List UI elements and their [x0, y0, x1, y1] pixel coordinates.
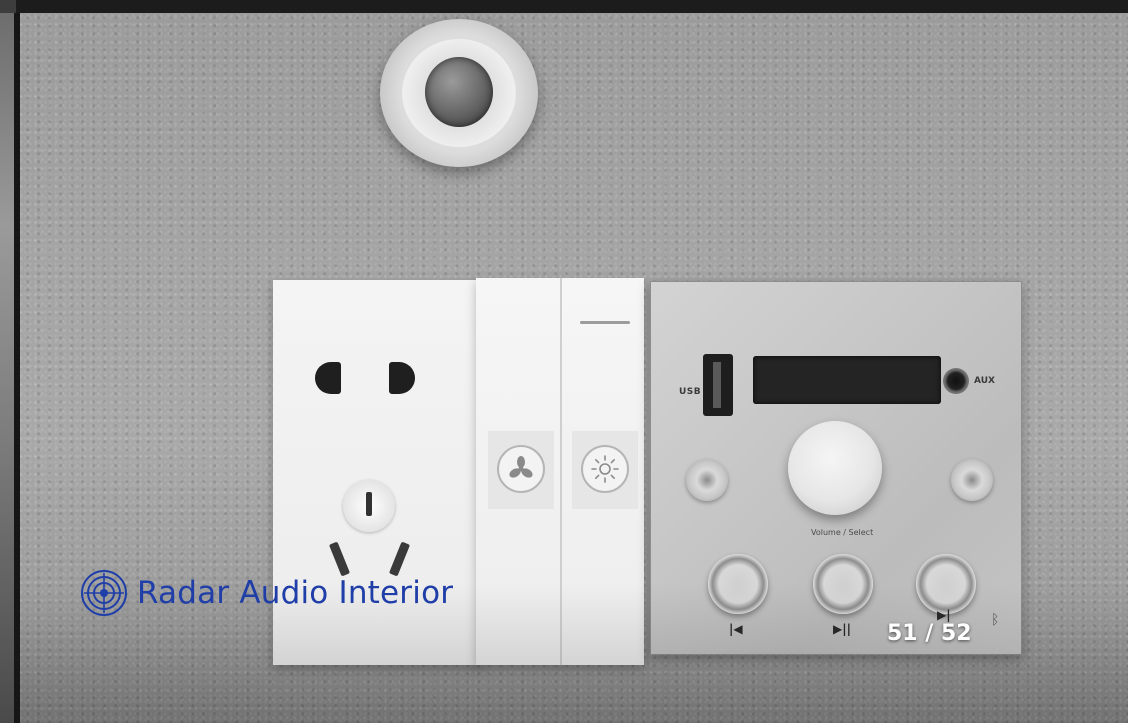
light-switch [572, 431, 638, 509]
next-track-icon: ▶| [937, 608, 951, 622]
aux-label: AUX [974, 376, 995, 386]
previous-slide-peek-top [0, 0, 16, 13]
top-strip [0, 0, 1128, 13]
switch-divider [560, 278, 562, 665]
motion-sensor-lens [425, 57, 493, 127]
audio-control-panel: USB AUX Volume / Select |◀ ▶|| ▶| ᛒ [650, 281, 1022, 655]
socket-slot-left [315, 362, 341, 394]
previous-track-icon: |◀ [729, 622, 743, 636]
wall-switch-panel [476, 278, 644, 665]
play-pause-icon: ▶|| [833, 622, 851, 636]
volume-knob [788, 421, 882, 515]
socket-slot-right [389, 362, 415, 394]
play-pause-button [813, 554, 873, 614]
usb-label: USB [679, 387, 702, 397]
light-switch-ring [581, 445, 629, 493]
fan-switch [488, 431, 554, 509]
radar-target-icon [81, 570, 127, 616]
light-icon [591, 455, 619, 483]
bluetooth-icon: ᛒ [991, 612, 1000, 628]
audio-display [753, 356, 941, 404]
socket-earth-pin [366, 492, 372, 516]
socket-earth-hole [343, 480, 395, 532]
fan-icon [509, 456, 533, 478]
usb-port [703, 354, 733, 416]
aux-jack [943, 368, 969, 394]
audio-button-right [951, 459, 993, 501]
switch-indicator-line [580, 321, 630, 324]
brand-name: Radar Audio Interior [137, 575, 454, 611]
fan-switch-ring [497, 445, 545, 493]
previous-track-button [708, 554, 768, 614]
previous-slide-peek[interactable] [0, 13, 14, 723]
brand-watermark: Radar Audio Interior [80, 569, 453, 617]
motion-sensor [380, 19, 538, 167]
audio-button-left [686, 459, 728, 501]
slide-image[interactable]: USB AUX Volume / Select |◀ ▶|| ▶| ᛒ Rada… [20, 13, 1128, 723]
page-counter: 51 / 52 [887, 621, 972, 646]
knob-label: Volume / Select [811, 528, 874, 537]
next-track-button [916, 554, 976, 614]
